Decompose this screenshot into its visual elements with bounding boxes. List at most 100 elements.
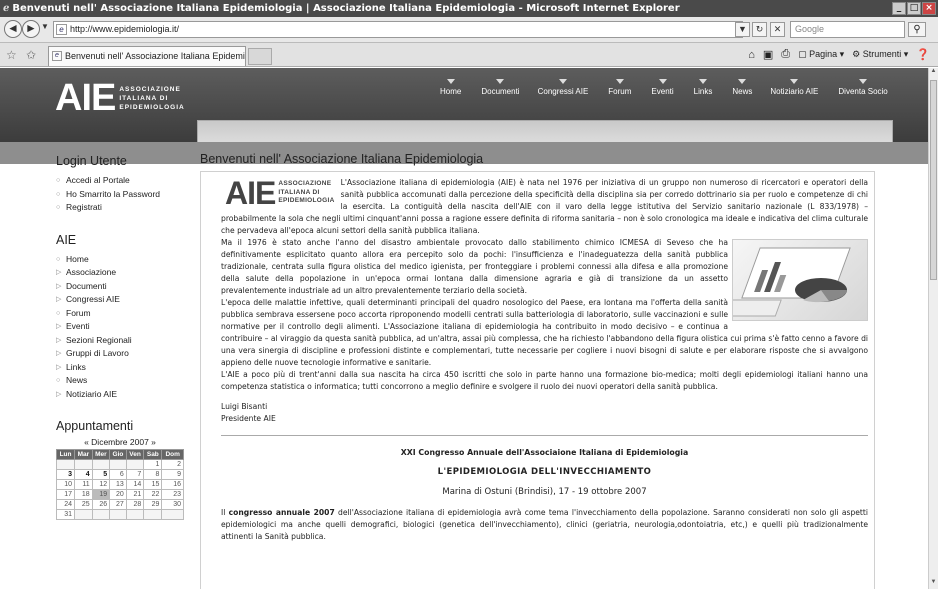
address-dropdown-icon[interactable]: ▼	[735, 22, 750, 37]
calendar-day[interactable]: 1	[143, 459, 163, 470]
main-content: Benvenuti nell' Associazione Italiana Ep…	[200, 152, 875, 589]
aie-item-links[interactable]: ▷ Links	[56, 361, 206, 375]
calendar-empty-cell	[74, 509, 93, 520]
calendar-empty-cell	[125, 459, 145, 470]
scroll-up-icon[interactable]: ▲	[929, 68, 938, 78]
nav-eventi[interactable]: Eventi	[651, 79, 674, 96]
calendar-day[interactable]: 10	[55, 479, 76, 490]
aie-item-documenti[interactable]: ▷ Documenti	[56, 280, 206, 294]
page-menu[interactable]: ▢ Pagina ▾	[798, 49, 844, 60]
calendar-weekday-header: Gio	[109, 449, 127, 460]
calendar-empty-cell	[109, 459, 127, 470]
site-logo[interactable]: AIE ASSOCIAZIONE ITALIANA DI EPIDEMIOLOG…	[55, 79, 185, 117]
calendar-day[interactable]: 5	[91, 469, 111, 480]
calendar-day[interactable]: 11	[74, 479, 93, 490]
search-input[interactable]: Google	[790, 21, 905, 38]
circle-bullet-icon: ○	[56, 204, 61, 211]
calendar-day[interactable]: 7	[125, 469, 145, 480]
calendar-empty-cell	[74, 459, 93, 470]
calendar-day[interactable]: 29	[143, 499, 163, 510]
congress-block: XXI Congresso Annuale dell'Associaione I…	[221, 448, 868, 497]
aie-item-home[interactable]: ○ Home	[56, 253, 206, 267]
close-button[interactable]: ×	[922, 2, 936, 15]
aie-item-forum[interactable]: ○ Forum	[56, 307, 206, 321]
calendar-day[interactable]: 19	[91, 489, 111, 500]
calendar-day[interactable]: 14	[125, 479, 145, 490]
calendar-caption[interactable]: « Dicembre 2007 »	[56, 437, 184, 447]
stop-icon[interactable]: ✕	[770, 22, 785, 37]
nav-news[interactable]: News	[732, 79, 752, 96]
calendar-day[interactable]: 26	[91, 499, 111, 510]
nav-arrow-icon	[446, 79, 455, 84]
login-item-password[interactable]: ○ Ho Smarrito la Password	[56, 188, 206, 202]
print-icon[interactable]: ⎙	[781, 48, 790, 61]
scroll-down-icon[interactable]: ▼	[929, 579, 938, 589]
calendar-day[interactable]: 24	[55, 499, 76, 510]
calendar-day[interactable]: 13	[109, 479, 127, 490]
help-icon[interactable]: ❓	[916, 48, 930, 61]
congress-theme: L'EPIDEMIOLOGIA DELL'INVECCHIAMENTO	[437, 467, 652, 477]
nav-diventa-socio[interactable]: Diventa Socio	[838, 79, 888, 96]
congress-title: XXI Congresso Annuale dell'Associaione I…	[400, 448, 689, 457]
calendar-day[interactable]: 25	[74, 499, 93, 510]
login-title: Login Utente	[56, 154, 127, 168]
aie-item-associazione[interactable]: ▷ Associazione	[56, 266, 206, 280]
login-item-registrati[interactable]: ○ Registrati	[56, 201, 206, 215]
calendar-day[interactable]: 22	[143, 489, 163, 500]
aie-item-notiziario[interactable]: ▷ Notiziario AIE	[56, 388, 206, 402]
aie-item-congressi[interactable]: ▷ Congressi AIE	[56, 293, 206, 307]
calendar-day[interactable]: 9	[161, 469, 184, 480]
login-item-accedi[interactable]: ○ Accedi al Portale	[56, 174, 206, 188]
calendar-day[interactable]: 30	[161, 499, 184, 510]
scroll-thumb[interactable]	[930, 80, 937, 280]
calendar-day[interactable]: 31	[55, 509, 76, 520]
site-header: AIE ASSOCIAZIONE ITALIANA DI EPIDEMIOLOG…	[0, 68, 928, 146]
aie-item-news[interactable]: ○ News	[56, 374, 206, 388]
new-tab-button[interactable]	[248, 48, 272, 65]
calendar-day[interactable]: 21	[125, 489, 145, 500]
home-icon[interactable]: ⌂	[748, 49, 755, 61]
aie-item-eventi[interactable]: ▷ Eventi	[56, 320, 206, 334]
back-button[interactable]: ◄	[4, 20, 22, 38]
refresh-icon[interactable]: ↻	[752, 22, 767, 37]
address-input[interactable]: e http://www.epidemiologia.it/	[53, 21, 743, 38]
nav-home[interactable]: Home	[440, 79, 461, 96]
calendar-empty-cell	[161, 509, 184, 520]
nav-forum[interactable]: Forum	[608, 79, 631, 96]
calendar-day[interactable]: 27	[109, 499, 127, 510]
forward-button[interactable]: ►	[22, 20, 40, 38]
circle-bullet-icon: ○	[56, 190, 61, 198]
calendar-day[interactable]: 12	[91, 479, 111, 490]
calendar-day[interactable]: 17	[55, 489, 76, 500]
nav-congressi[interactable]: Congressi AIE	[538, 79, 588, 96]
calendar-day[interactable]: 23	[161, 489, 184, 500]
calendar-day[interactable]: 28	[125, 499, 145, 510]
add-favorites-icon[interactable]: ✩	[26, 48, 36, 62]
calendar-day[interactable]: 2	[161, 459, 184, 470]
aie-item-gruppi[interactable]: ▷ Gruppi di Lavoro	[56, 347, 206, 361]
calendar-day[interactable]: 18	[74, 489, 93, 500]
nav-documenti[interactable]: Documenti	[481, 79, 520, 96]
article: AIE ASSOCIAZIONE ITALIANA DI EPIDEMIOLOG…	[200, 171, 875, 589]
tab-page-icon: e	[52, 51, 62, 61]
feeds-icon[interactable]: ▣	[763, 48, 773, 61]
calendar-day[interactable]: 3	[55, 469, 76, 480]
nav-arrow-icon	[658, 79, 667, 84]
browser-tab[interactable]: e Benvenuti nell' Associazione Italiana …	[48, 46, 246, 66]
nav-links[interactable]: Links	[694, 79, 712, 96]
calendar-day[interactable]: 20	[109, 489, 127, 500]
calendar-day[interactable]: 16	[161, 479, 184, 490]
minimize-button[interactable]: _	[892, 2, 906, 15]
calendar-day[interactable]: 8	[143, 469, 163, 480]
history-dropdown[interactable]: ▼	[41, 22, 49, 31]
favorites-star-icon[interactable]: ☆	[6, 48, 17, 62]
calendar-day[interactable]: 15	[143, 479, 163, 490]
aie-item-sezioni[interactable]: ▷ Sezioni Regionali	[56, 334, 206, 348]
search-icon[interactable]: ⚲	[908, 22, 926, 37]
maximize-button[interactable]: □	[907, 2, 921, 15]
vertical-scrollbar[interactable]: ▲ ▼	[928, 68, 938, 589]
nav-notiziario[interactable]: Notiziario AIE	[770, 79, 818, 96]
tools-menu[interactable]: ⚙ Strumenti ▾	[852, 49, 908, 60]
calendar-day[interactable]: 4	[74, 469, 93, 480]
calendar-day[interactable]: 6	[109, 469, 127, 480]
